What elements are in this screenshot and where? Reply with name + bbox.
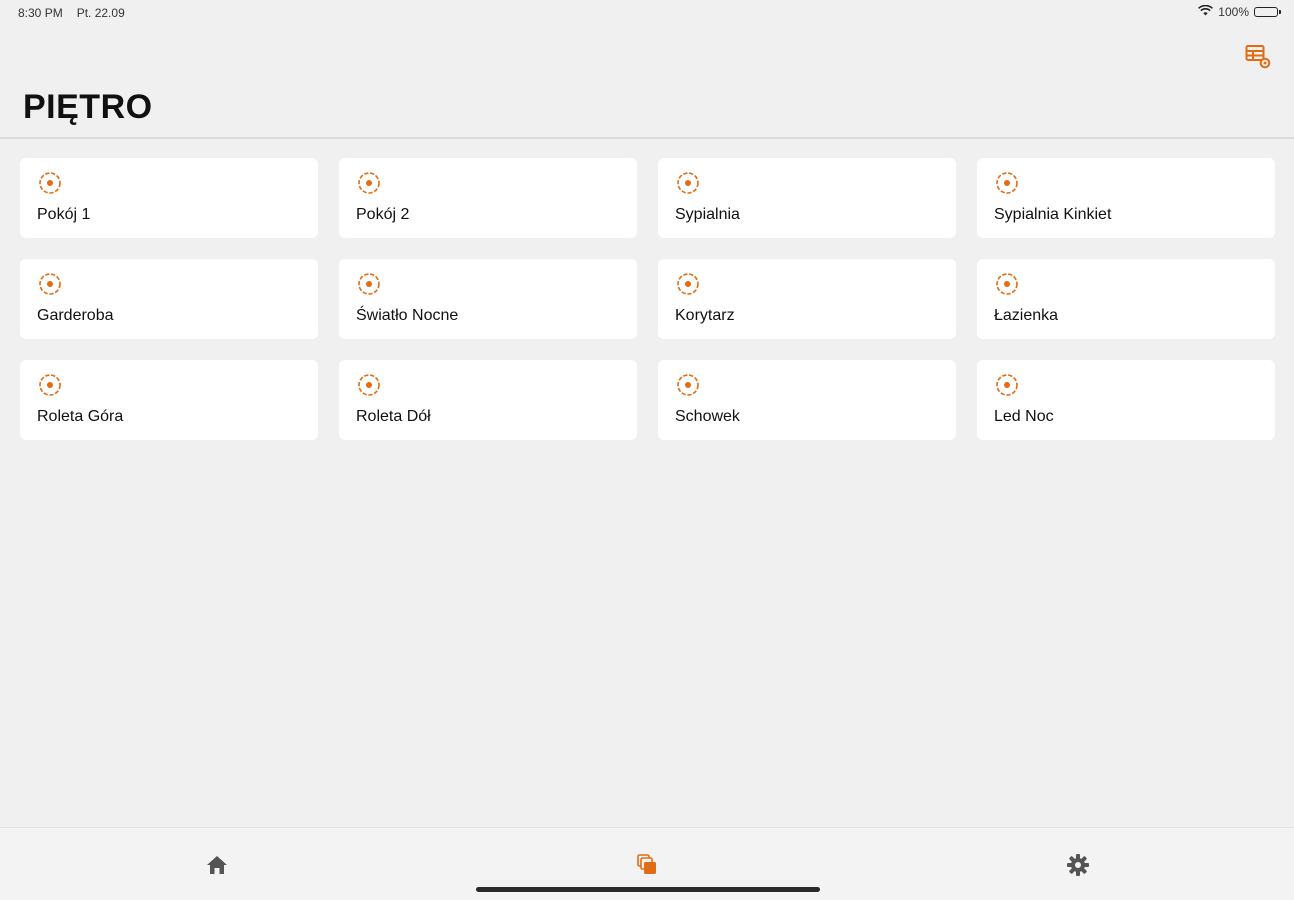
room-grid: Pokój 1 Pokój 2 Sypialnia Sypialnia Kink… — [20, 158, 1276, 440]
divider — [0, 137, 1294, 139]
room-label: Łazienka — [994, 307, 1059, 324]
target-icon — [38, 272, 62, 296]
grid-settings-icon[interactable] — [1244, 42, 1272, 70]
room-label: Roleta Dół — [356, 408, 431, 425]
room-label: Korytarz — [675, 307, 735, 324]
room-tile[interactable]: Pokój 1 — [20, 158, 318, 238]
room-label: Roleta Góra — [37, 408, 124, 425]
room-tile[interactable]: Korytarz — [658, 259, 956, 339]
status-time: 8:30 PM — [18, 6, 63, 20]
target-icon — [995, 272, 1019, 296]
room-tile[interactable]: Roleta Góra — [20, 360, 318, 440]
bottom-nav — [0, 827, 1294, 900]
status-right: 100% — [1198, 4, 1281, 19]
room-tile[interactable]: Światło Nocne — [339, 259, 637, 339]
room-tile[interactable]: Sypialnia — [658, 158, 956, 238]
room-label: Światło Nocne — [356, 307, 459, 324]
room-label: Garderoba — [37, 307, 114, 324]
room-tile[interactable]: Led Noc — [977, 360, 1275, 440]
target-icon — [995, 171, 1019, 195]
wifi-icon — [1198, 4, 1214, 19]
target-icon — [38, 373, 62, 397]
room-tile[interactable]: Pokój 2 — [339, 158, 637, 238]
gear-icon[interactable] — [1063, 850, 1093, 880]
battery-icon — [1254, 7, 1281, 17]
status-left: 8:30 PM Pt. 22.09 — [18, 6, 125, 20]
target-icon — [357, 373, 381, 397]
battery-text: 100% — [1218, 5, 1249, 19]
room-label: Schowek — [675, 408, 740, 425]
target-icon — [676, 272, 700, 296]
page-title: PIĘTRO — [23, 88, 153, 126]
room-tile[interactable]: Roleta Dół — [339, 360, 637, 440]
room-label: Pokój 2 — [356, 206, 410, 223]
room-label: Sypialnia Kinkiet — [994, 206, 1112, 223]
home-icon[interactable] — [202, 850, 232, 880]
target-icon — [995, 373, 1019, 397]
target-icon — [676, 171, 700, 195]
rooms-icon[interactable] — [632, 850, 662, 880]
target-icon — [357, 272, 381, 296]
target-icon — [357, 171, 381, 195]
home-indicator — [476, 887, 820, 892]
room-label: Pokój 1 — [37, 206, 91, 223]
room-tile[interactable]: Łazienka — [977, 259, 1275, 339]
target-icon — [676, 373, 700, 397]
room-label: Sypialnia — [675, 206, 740, 223]
room-tile[interactable]: Schowek — [658, 360, 956, 440]
room-tile[interactable]: Sypialnia Kinkiet — [977, 158, 1275, 238]
room-tile[interactable]: Garderoba — [20, 259, 318, 339]
status-date: Pt. 22.09 — [76, 6, 125, 20]
target-icon — [38, 171, 62, 195]
status-bar: 8:30 PM Pt. 22.09 100% — [0, 0, 1294, 28]
room-label: Led Noc — [994, 408, 1054, 425]
